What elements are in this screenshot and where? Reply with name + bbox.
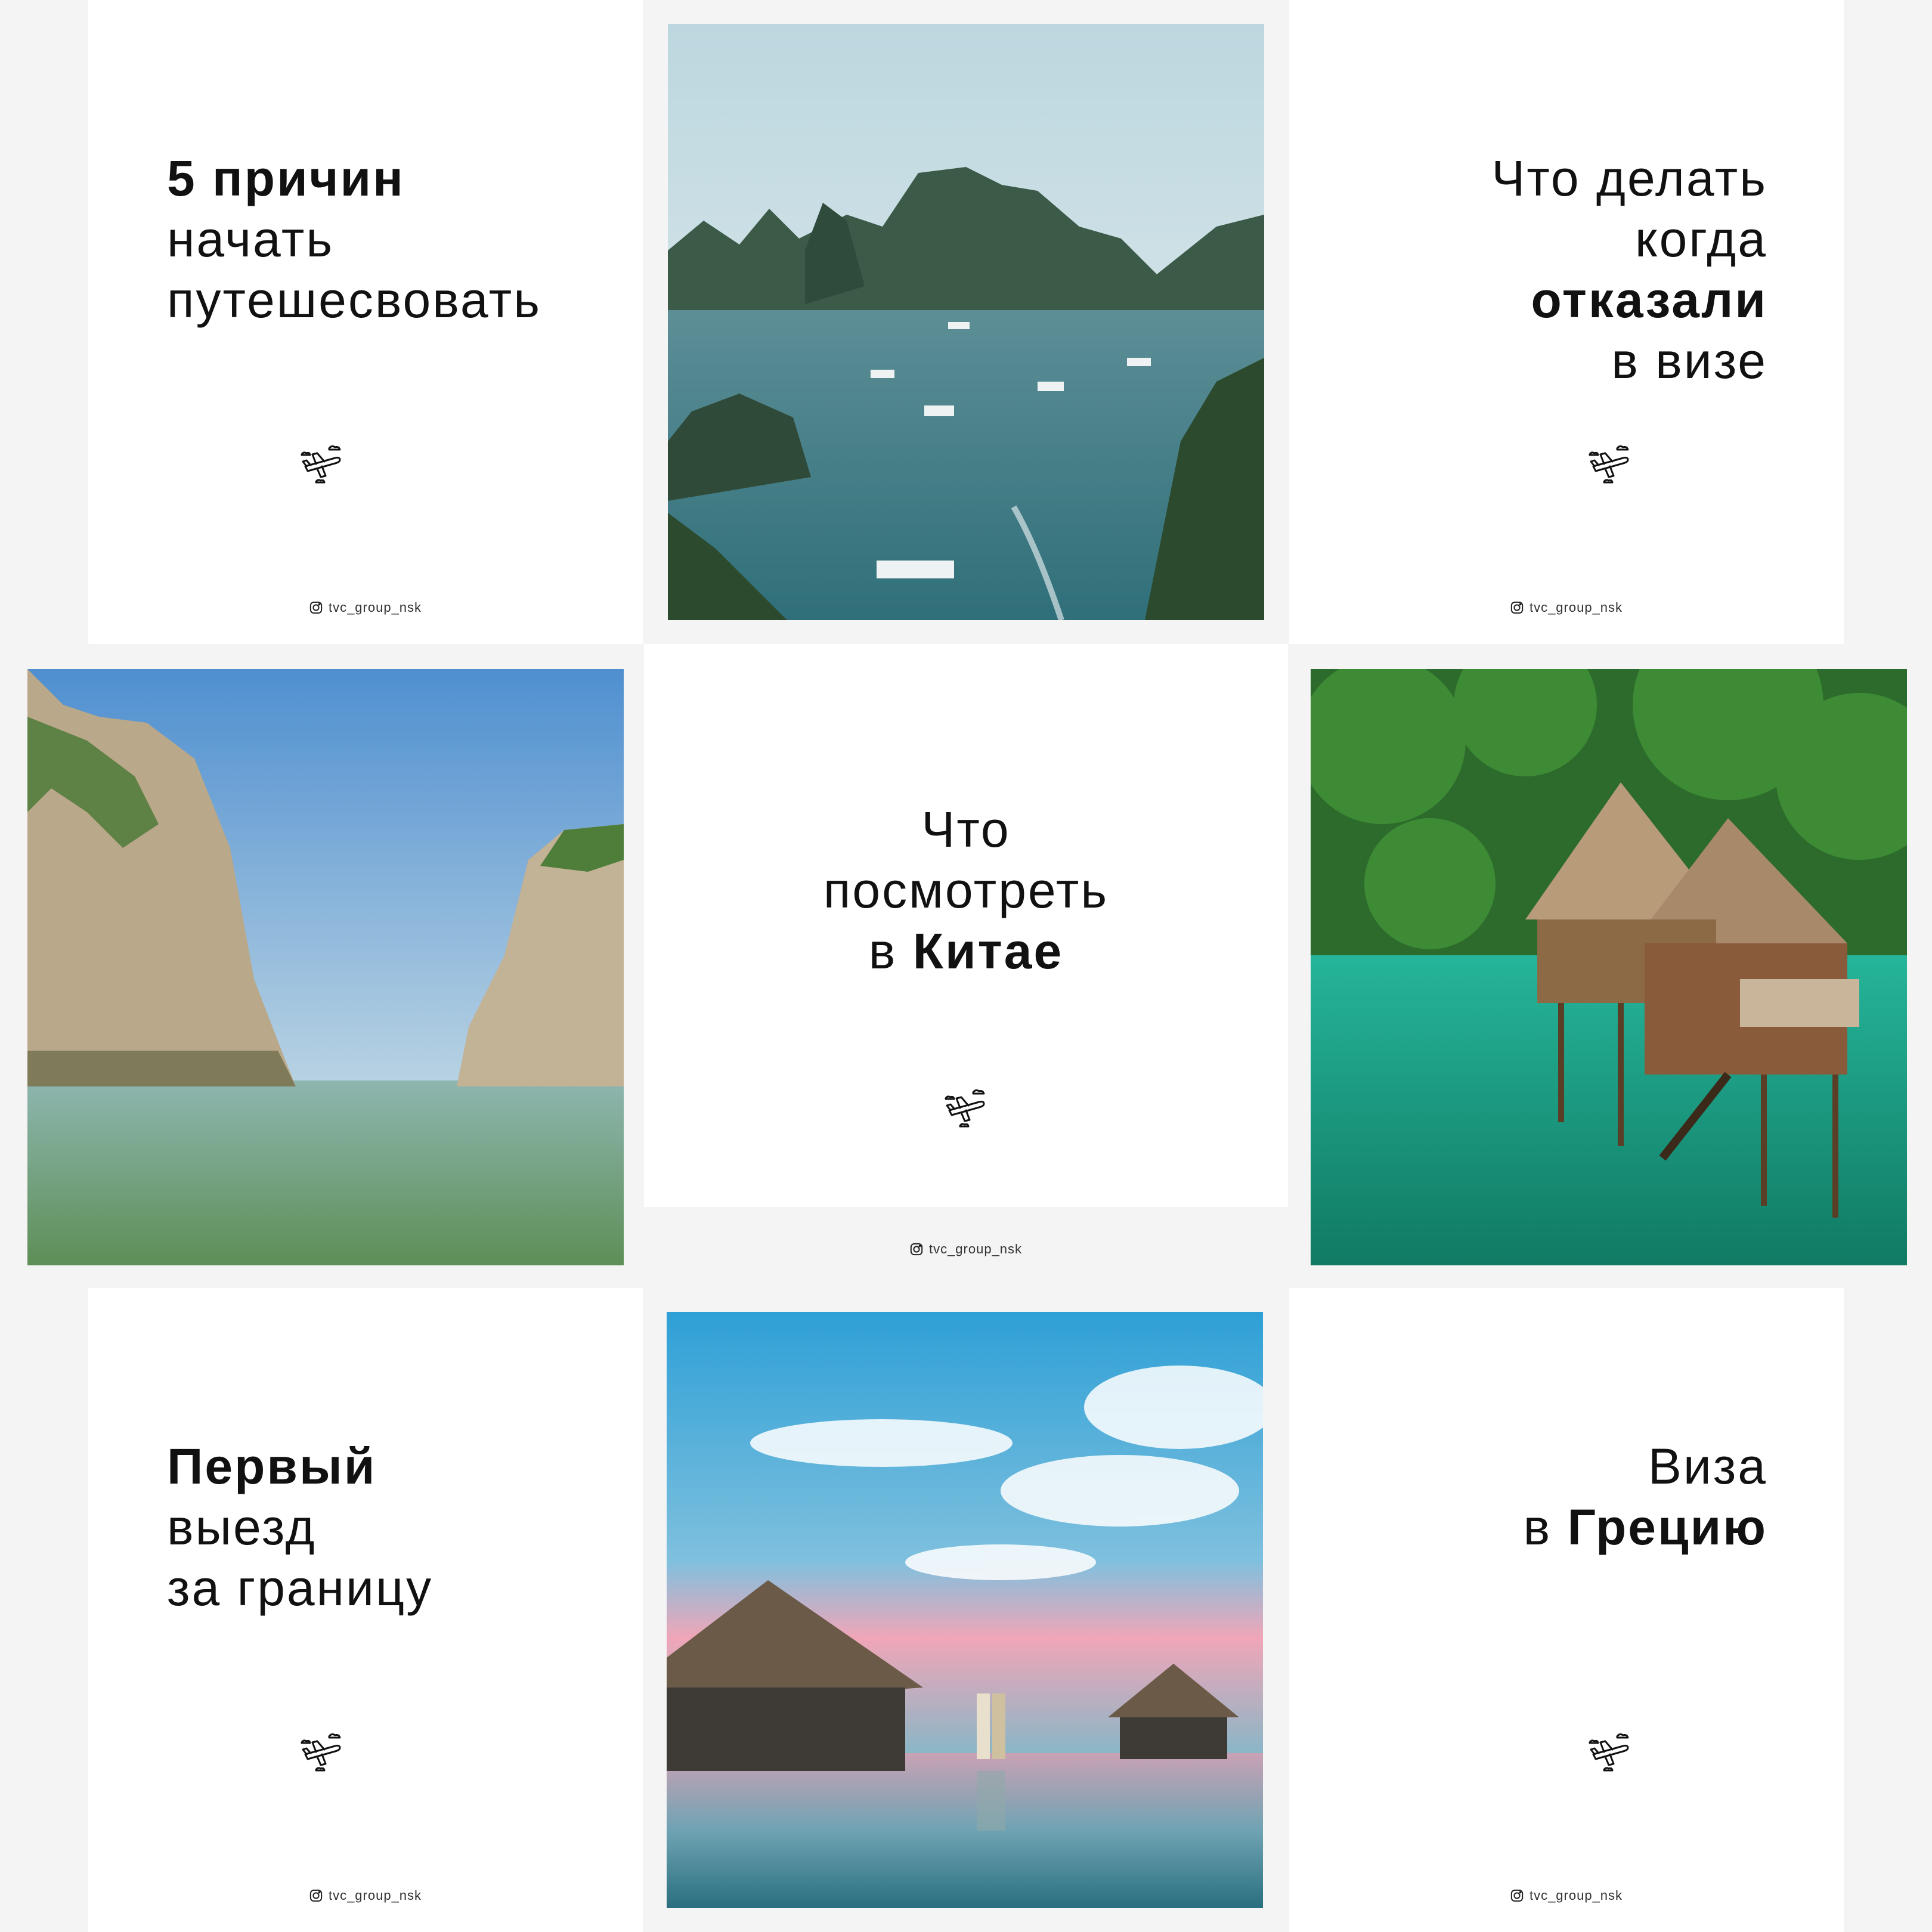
headline-prefix: в (1523, 1499, 1568, 1555)
post-headline: Что делать когда отказали в визе (1491, 148, 1767, 391)
post-tile-reasons[interactable]: 5 причин начать путешесвовать tvc_group_… (88, 0, 643, 644)
instagram-icon (1510, 1889, 1524, 1902)
instagram-handle[interactable]: tvc_group_nsk (644, 1240, 1288, 1258)
handle-text: tvc_group_nsk (1529, 600, 1623, 615)
instagram-icon (910, 1243, 923, 1256)
post-headline: 5 причин начать путешесвовать (167, 148, 541, 330)
headline-line: Виза (1648, 1438, 1767, 1494)
plane-with-clouds-icon (298, 1728, 346, 1776)
headline-line: Что (921, 801, 1011, 857)
post-tile-visa-refused[interactable]: Что делать когда отказали в визе tvc_gro… (1289, 0, 1844, 644)
plane-with-clouds-icon (942, 1084, 990, 1132)
handle-text: tvc_group_nsk (1529, 1888, 1623, 1903)
headline-line: Первый (167, 1438, 377, 1494)
instagram-icon (309, 601, 323, 614)
post-tile-greece[interactable]: Виза в Грецию tvc_group_nsk (1289, 1288, 1844, 1932)
post-headline: Что посмотреть в Китае (644, 799, 1288, 982)
post-headline: Первый выезд за границу (167, 1436, 433, 1618)
post-tile-first-trip[interactable]: Первый выезд за границу tvc_group_nsk (88, 1288, 643, 1932)
headline-line: путешесвовать (167, 272, 542, 328)
instagram-handle[interactable]: tvc_group_nsk (1289, 1887, 1844, 1905)
plane-with-clouds-icon (1586, 1728, 1634, 1776)
instagram-icon (1510, 601, 1524, 614)
headline-line: в визе (1611, 333, 1767, 389)
headline-line: посмотреть (823, 862, 1109, 918)
handle-text: tvc_group_nsk (928, 1241, 1023, 1256)
headline-accent: Китае (912, 923, 1064, 979)
halong-bay-boats-photo[interactable] (668, 24, 1264, 620)
handle-text: tvc_group_nsk (328, 1888, 422, 1903)
headline-line: когда (1634, 211, 1767, 267)
stilt-bungalows-lagoon-photo[interactable] (1311, 669, 1907, 1265)
instagram-icon (309, 1889, 323, 1902)
headline-line: в Китае (644, 921, 1288, 982)
handle-text: tvc_group_nsk (328, 600, 422, 615)
plane-with-clouds-icon (1586, 440, 1634, 488)
karst-cliffs-sea-photo[interactable] (27, 669, 624, 1265)
headline-line: отказали (1531, 272, 1767, 328)
overwater-villas-sunset-photo[interactable] (667, 1312, 1263, 1908)
headline-line: в Грецию (1524, 1497, 1767, 1558)
post-headline: Виза в Грецию (1524, 1436, 1767, 1558)
instagram-handle[interactable]: tvc_group_nsk (88, 599, 643, 617)
headline-line: 5 причин (167, 150, 405, 206)
instagram-handle[interactable]: tvc_group_nsk (88, 1887, 643, 1905)
headline-accent: Грецию (1567, 1499, 1767, 1555)
headline-line: за границу (167, 1560, 434, 1616)
headline-line: Что делать (1491, 150, 1767, 206)
post-tile-china[interactable]: Что посмотреть в Китае tvc_group_nsk (644, 644, 1288, 1288)
plane-with-clouds-icon (298, 440, 346, 488)
headline-line: начать (167, 211, 335, 267)
headline-prefix: в (868, 923, 913, 979)
headline-line: выезд (167, 1499, 317, 1555)
instagram-handle[interactable]: tvc_group_nsk (1289, 599, 1844, 617)
